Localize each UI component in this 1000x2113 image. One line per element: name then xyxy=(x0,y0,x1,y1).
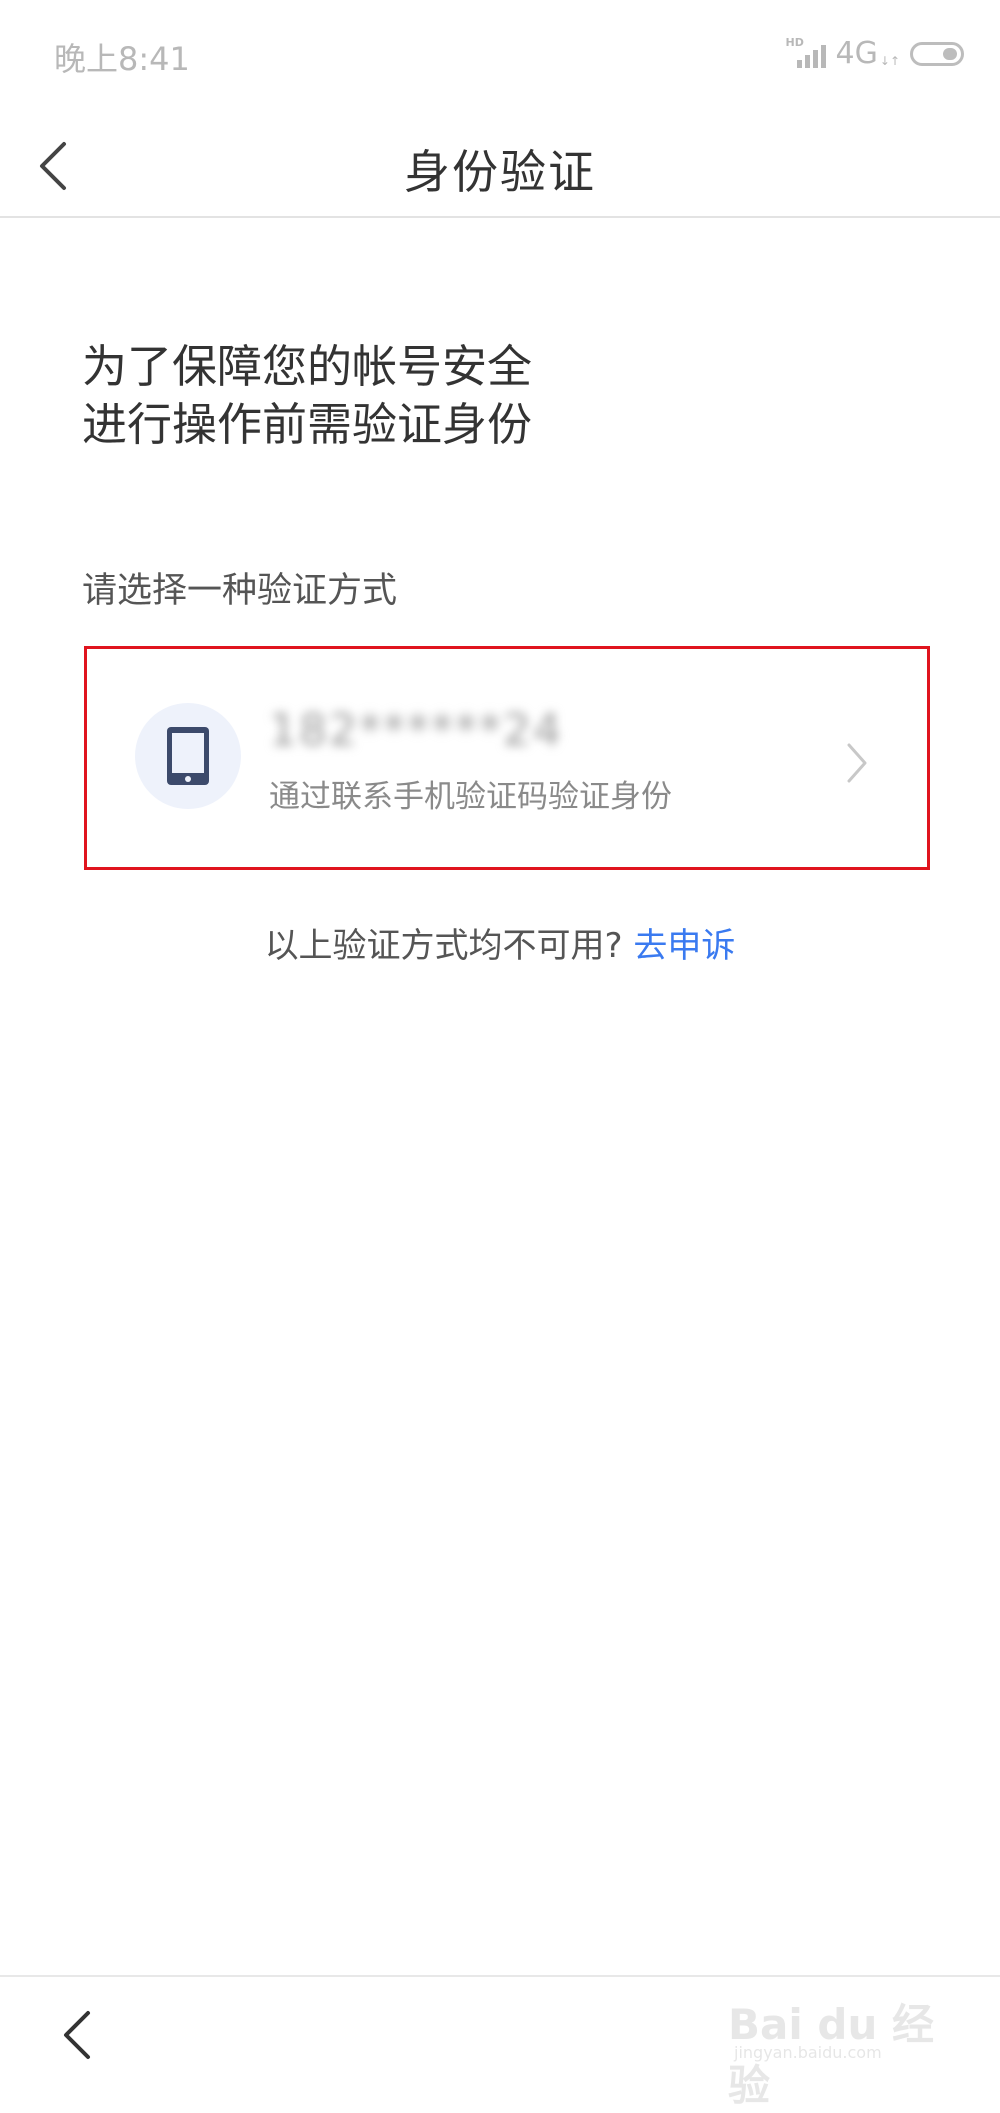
method-description: 通过联系手机验证码验证身份 xyxy=(269,779,672,815)
chevron-right-icon xyxy=(847,743,867,783)
battery-icon xyxy=(910,41,964,66)
baidu-watermark: Bai du 经验 jingyan.baidu.com xyxy=(720,1985,960,2110)
phone-avatar xyxy=(135,703,241,809)
network-type: 4G xyxy=(835,36,878,71)
chevron-left-icon xyxy=(64,2011,90,2059)
status-time: 晚上8:41 xyxy=(54,40,190,78)
watermark-url: jingyan.baidu.com xyxy=(734,2043,882,2062)
appeal-question: 以上验证方式均不可用? xyxy=(264,926,623,966)
intro-line-1: 为了保障您的帐号安全 xyxy=(82,340,533,393)
page-title: 身份验证 xyxy=(404,145,596,199)
status-icons: HD 4G ↓↑ xyxy=(786,36,964,71)
signal-icon: HD xyxy=(786,36,826,70)
intro-text: 为了保障您的帐号安全 进行操作前需验证身份 xyxy=(82,338,532,454)
appeal-row: 以上验证方式均不可用? 去申诉 xyxy=(0,918,1000,967)
network-arrows: ↓↑ xyxy=(879,53,900,68)
nav-bar: 身份验证 xyxy=(0,110,1000,218)
masked-phone-number: 182******24 xyxy=(269,705,563,756)
phone-verification-option[interactable]: 182******24 通过联系手机验证码验证身份 xyxy=(84,646,930,870)
intro-line-2: 进行操作前需验证身份 xyxy=(82,398,533,451)
choose-method-label: 请选择一种验证方式 xyxy=(82,571,398,611)
appeal-link[interactable]: 去申诉 xyxy=(633,926,735,966)
bottom-back-button[interactable] xyxy=(54,2007,100,2063)
phone-icon xyxy=(167,727,209,785)
status-bar: 晚上8:41 HD 4G ↓↑ xyxy=(0,0,1000,110)
